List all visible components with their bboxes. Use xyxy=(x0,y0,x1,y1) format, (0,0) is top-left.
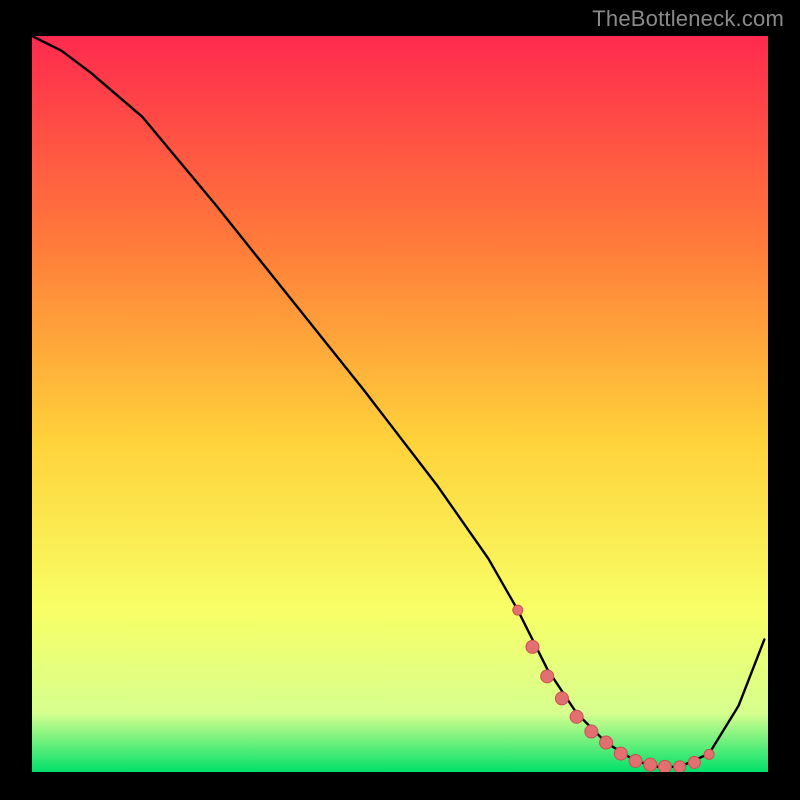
marker-point xyxy=(644,758,657,771)
marker-point xyxy=(688,756,700,768)
plot-frame xyxy=(28,32,772,776)
marker-point xyxy=(704,749,714,759)
marker-point xyxy=(555,692,568,705)
attribution-text: TheBottleneck.com xyxy=(592,6,784,32)
marker-point xyxy=(513,605,523,615)
marker-point xyxy=(570,710,583,723)
chart-stage: TheBottleneck.com xyxy=(0,0,800,800)
marker-point xyxy=(674,761,686,772)
marker-point xyxy=(614,747,627,760)
marker-point xyxy=(585,725,598,738)
marker-point xyxy=(526,640,539,653)
marker-point xyxy=(541,670,554,683)
chart-svg xyxy=(32,36,768,772)
marker-point xyxy=(629,754,642,767)
marker-point xyxy=(600,736,613,749)
marker-point xyxy=(658,760,671,772)
plot-area xyxy=(32,36,768,772)
gradient-background xyxy=(32,36,768,772)
